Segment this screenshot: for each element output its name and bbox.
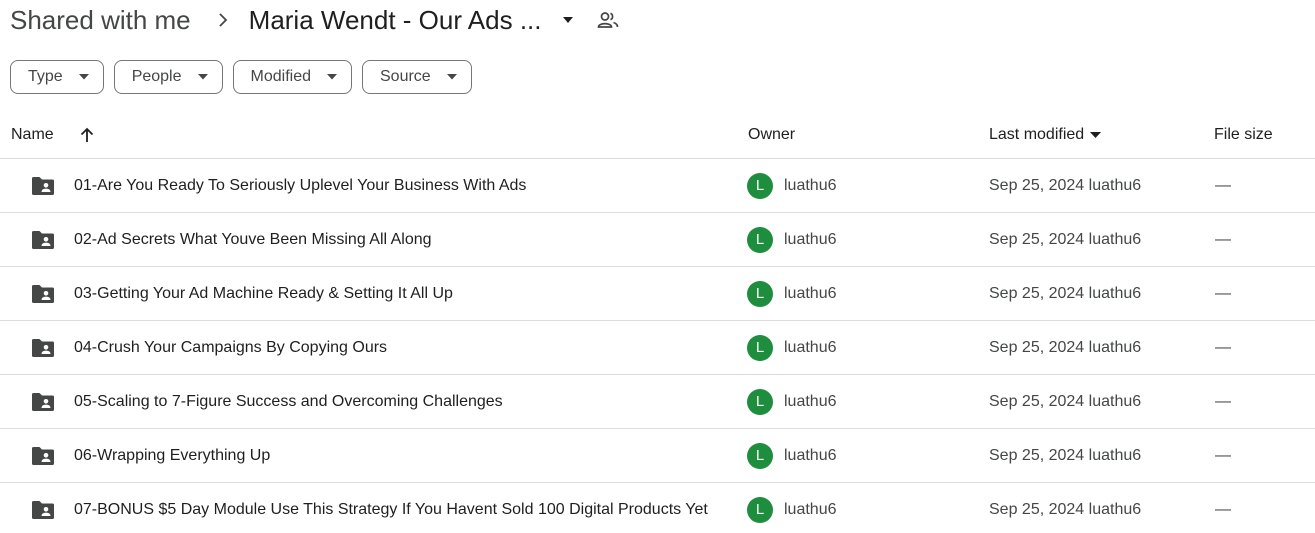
file-name: 04-Crush Your Campaigns By Copying Ours [74, 338, 388, 356]
owner-avatar: L [747, 213, 773, 266]
owner-avatar: L [747, 429, 773, 482]
caret-down-icon [78, 74, 89, 80]
avatar: L [747, 442, 773, 469]
file-size: — [1215, 392, 1231, 410]
column-last-modified-label: Last modified [989, 126, 1085, 143]
filter-modified[interactable]: Modified [232, 60, 352, 94]
last-modified: Sep 25, 2024 luathu6 [989, 284, 1142, 302]
shared-people-icon [596, 8, 620, 32]
caret-down-icon [327, 74, 337, 80]
avatar: L [747, 172, 773, 199]
owner-avatar: L [747, 375, 773, 428]
file-name: 07-BONUS $5 Day Module Use This Strategy… [74, 500, 708, 518]
owner-avatar: L [747, 483, 773, 533]
shared-folder-icon [31, 159, 55, 212]
column-last-modified-header[interactable]: Last modified [989, 112, 1102, 158]
caret-down-icon [446, 74, 457, 80]
file-name: 03-Getting Your Ad Machine Ready & Setti… [74, 284, 453, 302]
filter-source[interactable]: Source [362, 60, 472, 94]
last-modified: Sep 25, 2024 luathu6 [989, 230, 1142, 248]
filter-label: Type [28, 68, 63, 85]
owner-avatar: L [747, 321, 773, 374]
file-name: 06-Wrapping Everything Up [74, 446, 271, 464]
avatar: L [747, 226, 773, 253]
file-size: — [1215, 284, 1231, 302]
filter-label: Modified [250, 68, 311, 85]
filter-chips: Type People Modified Source [10, 60, 472, 94]
avatar: L [747, 388, 773, 415]
owner-name: luathu6 [784, 284, 837, 302]
last-modified: Sep 25, 2024 luathu6 [989, 500, 1142, 518]
file-size: — [1215, 230, 1231, 248]
filter-people[interactable]: People [113, 60, 223, 94]
shared-folder-icon [31, 375, 55, 428]
file-name: 02-Ad Secrets What Youve Been Missing Al… [74, 230, 432, 248]
shared-folder-icon [31, 267, 55, 320]
filter-type[interactable]: Type [10, 60, 104, 94]
avatar: L [747, 496, 773, 523]
column-owner-header: Owner [748, 126, 796, 143]
last-modified: Sep 25, 2024 luathu6 [989, 446, 1142, 464]
avatar: L [747, 280, 773, 307]
table-row[interactable]: 04-Crush Your Campaigns By Copying Ours … [0, 321, 1315, 375]
file-size: — [1215, 446, 1231, 464]
table-row[interactable]: 02-Ad Secrets What Youve Been Missing Al… [0, 213, 1315, 267]
column-name-header[interactable]: Name [11, 112, 54, 158]
owner-avatar: L [747, 267, 773, 320]
caret-down-icon[interactable] [556, 8, 580, 32]
table-row[interactable]: 01-Are You Ready To Seriously Uplevel Yo… [0, 159, 1315, 213]
file-list: Name Owner Last modified File size 01-Ar… [0, 112, 1315, 533]
owner-avatar: L [747, 159, 773, 212]
chevron-right-icon [213, 10, 233, 30]
owner-name: luathu6 [784, 500, 837, 518]
file-name: 01-Are You Ready To Seriously Uplevel Yo… [74, 176, 527, 194]
last-modified: Sep 25, 2024 luathu6 [989, 338, 1142, 356]
last-modified: Sep 25, 2024 luathu6 [989, 392, 1142, 410]
shared-folder-icon [31, 213, 55, 266]
caret-down-icon [1090, 132, 1102, 138]
owner-name: luathu6 [784, 338, 837, 356]
table-row[interactable]: 03-Getting Your Ad Machine Ready & Setti… [0, 267, 1315, 321]
filter-label: People [131, 68, 182, 85]
owner-name: luathu6 [784, 392, 837, 410]
breadcrumb: Shared with me Maria Wendt - Our Ads ... [10, 0, 620, 40]
file-name: 05-Scaling to 7-Figure Success and Overc… [74, 392, 503, 410]
owner-name: luathu6 [784, 446, 837, 464]
owner-name: luathu6 [784, 230, 837, 248]
filter-label: Source [380, 68, 431, 85]
file-size: — [1215, 338, 1231, 356]
table-row[interactable]: 06-Wrapping Everything Up L luathu6 Sep … [0, 429, 1315, 483]
arrow-up-icon[interactable] [78, 112, 96, 158]
table-row[interactable]: 05-Scaling to 7-Figure Success and Overc… [0, 375, 1315, 429]
drive-page: Shared with me Maria Wendt - Our Ads ...… [0, 0, 1315, 533]
breadcrumb-current-folder[interactable]: Maria Wendt - Our Ads ... [249, 5, 542, 36]
table-row[interactable]: 07-BONUS $5 Day Module Use This Strategy… [0, 483, 1315, 533]
shared-folder-icon [31, 483, 55, 533]
owner-name: luathu6 [784, 176, 837, 194]
table-header: Name Owner Last modified File size [0, 112, 1315, 159]
file-size: — [1215, 500, 1231, 518]
caret-down-icon [197, 74, 208, 80]
last-modified: Sep 25, 2024 luathu6 [989, 176, 1142, 194]
shared-folder-icon [31, 429, 55, 482]
breadcrumb-shared-with-me[interactable]: Shared with me [10, 5, 191, 36]
avatar: L [747, 334, 773, 361]
file-size: — [1215, 176, 1231, 194]
column-file-size-header: File size [1214, 126, 1273, 143]
shared-folder-icon [31, 321, 55, 374]
